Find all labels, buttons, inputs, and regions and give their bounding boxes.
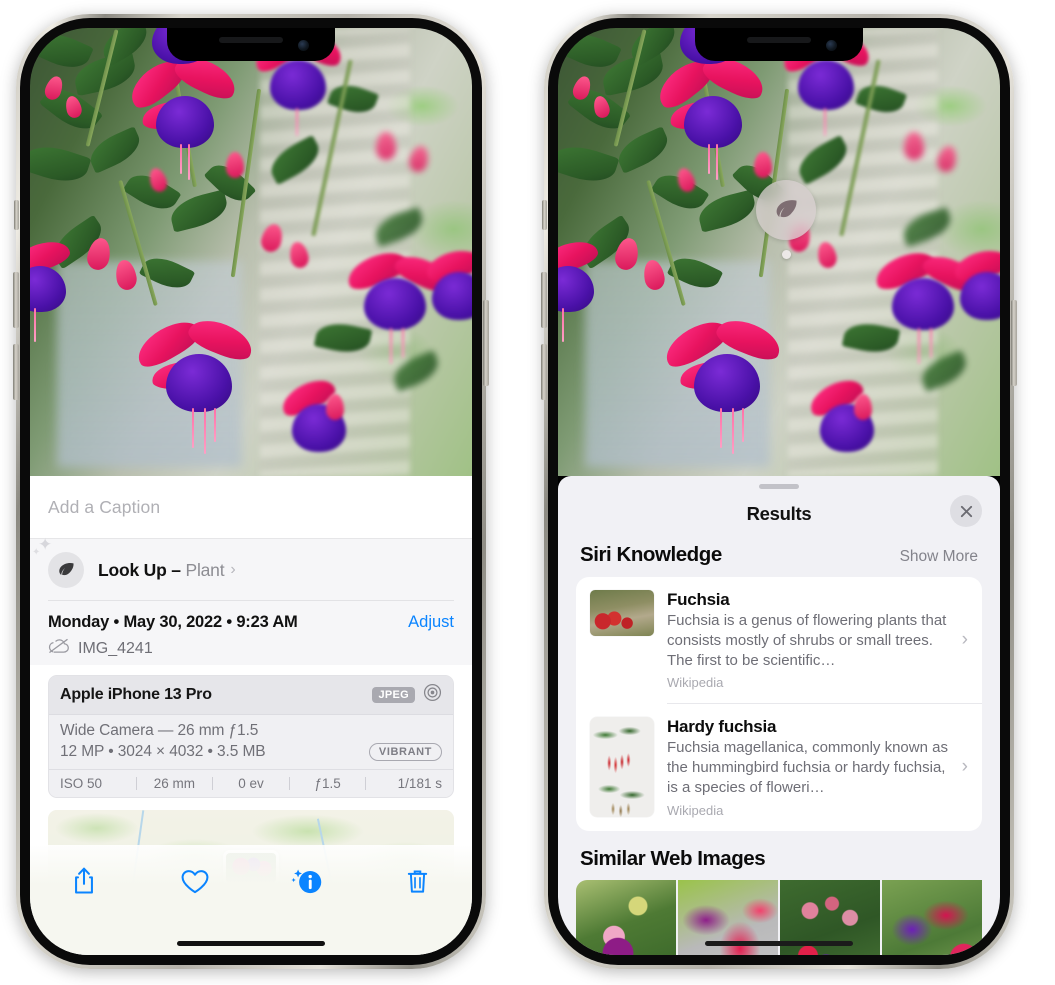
caption-row[interactable]: Add a Caption [30, 476, 472, 539]
photo-info-sheet: Add a Caption ✦ ✦ Look Up – Plant › Mond… [30, 476, 472, 955]
look-up-subject: Plant [185, 559, 225, 580]
exif-focal: 26 mm [153, 776, 196, 791]
share-button[interactable] [56, 859, 112, 903]
right-iphone: Results Siri Knowledge Show More Fuchsia… [541, 14, 1017, 969]
look-up-label: Look Up – Plant [98, 559, 225, 581]
front-camera-icon [826, 40, 837, 51]
specs-line: 12 MP • 3024 × 4032 • 3.5 MB [60, 743, 266, 760]
result-title: Fuchsia [667, 590, 730, 609]
home-indicator[interactable] [705, 941, 853, 946]
exif-ev: 0 ev [238, 776, 264, 791]
date-row: Monday • May 30, 2022 • 9:23 AM Adjust [48, 613, 454, 632]
results-title: Results [746, 503, 812, 524]
siri-knowledge-card: Fuchsia Fuchsia is a genus of flowering … [576, 577, 982, 831]
power-button[interactable] [1011, 300, 1017, 386]
chevron-right-icon: › [961, 756, 968, 778]
camera-info-card[interactable]: Apple iPhone 13 Pro JPEG Wide Camera — 2… [48, 675, 454, 798]
device-name: Apple iPhone 13 Pro [60, 686, 212, 703]
close-button[interactable] [950, 495, 982, 527]
look-up-text: Look Up – [98, 559, 181, 580]
knowledge-text: Fuchsia Fuchsia is a genus of flowering … [667, 590, 970, 690]
aperture-icon [423, 683, 442, 707]
siri-knowledge-header: Siri Knowledge Show More [558, 539, 1000, 577]
left-screen: Add a Caption ✦ ✦ Look Up – Plant › Mond… [30, 28, 472, 955]
left-iphone: Add a Caption ✦ ✦ Look Up – Plant › Mond… [13, 14, 489, 969]
leaf-icon [776, 200, 797, 218]
result-thumbnail [590, 590, 654, 636]
volume-up-button[interactable] [541, 272, 547, 328]
exif-iso: ISO 50 [60, 776, 103, 791]
cloud-slash-icon [48, 638, 70, 659]
show-more-button[interactable]: Show More [900, 548, 978, 566]
similar-web-images-title: Similar Web Images [580, 846, 766, 870]
result-description: Fuchsia magellanica, commonly known as t… [667, 739, 948, 796]
info-button[interactable] [279, 859, 335, 903]
notch [167, 28, 335, 61]
earpiece-speaker [219, 37, 283, 43]
knowledge-row[interactable]: Hardy fuchsia Fuchsia magellanica, commo… [576, 704, 982, 830]
format-group: JPEG [372, 683, 442, 707]
volume-down-button[interactable] [13, 344, 19, 400]
similar-web-images-header: Similar Web Images [558, 831, 1000, 880]
knowledge-text: Hardy fuchsia Fuchsia magellanica, commo… [667, 717, 970, 817]
camera-body: Wide Camera — 26 mm ƒ1.5 12 MP • 3024 × … [49, 715, 453, 769]
adjust-date-button[interactable]: Adjust [408, 613, 454, 632]
notch [695, 28, 863, 61]
volume-down-button[interactable] [541, 344, 547, 400]
volume-up-button[interactable] [13, 272, 19, 328]
results-sheet: Results Siri Knowledge Show More Fuchsia… [558, 476, 1000, 955]
exif-shutter: 1/181 s [397, 776, 442, 791]
result-source: Wikipedia [667, 675, 724, 691]
right-screen: Results Siri Knowledge Show More Fuchsia… [558, 28, 1000, 955]
capture-date: Monday • May 30, 2022 • 9:23 AM [48, 613, 298, 631]
silent-switch[interactable] [542, 200, 547, 230]
photo-toolbar [30, 845, 472, 955]
look-up-row[interactable]: ✦ ✦ Look Up – Plant › [30, 536, 472, 601]
sparkle-small-icon: ✦ [32, 547, 41, 558]
caption-input[interactable]: Add a Caption [48, 497, 160, 518]
chevron-right-icon: › [961, 629, 968, 651]
similar-image[interactable] [576, 879, 676, 955]
divider [48, 600, 454, 601]
silent-switch[interactable] [14, 200, 19, 230]
filename-label: IMG_4241 [78, 639, 153, 657]
delete-button[interactable] [390, 859, 446, 903]
front-camera-icon [298, 40, 309, 51]
knowledge-row[interactable]: Fuchsia Fuchsia is a genus of flowering … [576, 577, 982, 703]
result-source: Wikipedia [667, 802, 724, 818]
camera-header: Apple iPhone 13 Pro JPEG [49, 676, 453, 715]
lens-line: Wide Camera — 26 mm ƒ1.5 [60, 722, 259, 739]
visual-lookup-anchor-dot [782, 250, 791, 259]
photo-fuchsia-flowers[interactable] [30, 28, 472, 476]
filename-row: IMG_4241 [48, 638, 454, 659]
visual-lookup-badge[interactable] [756, 180, 816, 240]
exif-aperture: ƒ1.5 [314, 776, 341, 791]
leaf-icon [48, 552, 84, 588]
photographic-style-badge: VIBRANT [368, 743, 442, 761]
result-description: Fuchsia is a genus of flowering plants t… [667, 612, 947, 669]
screenshot-stage: Add a Caption ✦ ✦ Look Up – Plant › Mond… [0, 0, 1055, 985]
result-title: Hardy fuchsia [667, 717, 777, 737]
photo-metadata: Monday • May 30, 2022 • 9:23 AM Adjust I… [30, 601, 472, 665]
earpiece-speaker [747, 37, 811, 43]
home-indicator[interactable] [177, 941, 325, 946]
similar-image[interactable] [882, 879, 982, 955]
power-button[interactable] [483, 300, 489, 386]
chevron-right-icon: › [230, 561, 236, 578]
result-thumbnail [590, 717, 654, 818]
favorite-button[interactable] [167, 859, 223, 903]
close-icon [960, 505, 972, 517]
specs-row: 12 MP • 3024 × 4032 • 3.5 MB VIBRANT [60, 743, 442, 761]
format-badge: JPEG [372, 687, 415, 703]
exif-row: ISO 50 26 mm 0 ev ƒ1.5 1/181 s [49, 769, 453, 797]
siri-knowledge-title: Siri Knowledge [580, 543, 722, 566]
results-header: Results [558, 489, 1000, 539]
photo-fuchsia-flowers[interactable] [558, 28, 1000, 476]
